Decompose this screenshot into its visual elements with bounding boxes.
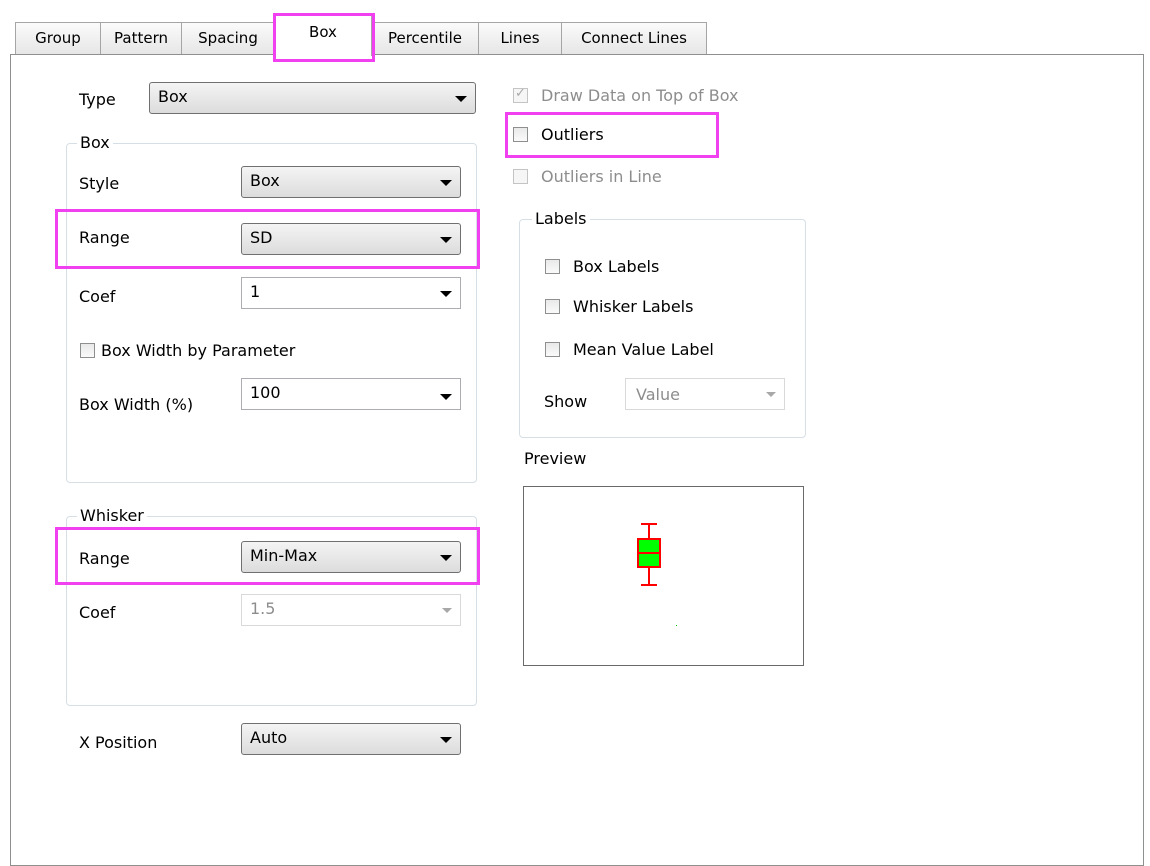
draw-data-on-top-label: Draw Data on Top of Box — [541, 86, 739, 105]
box-labels-label: Box Labels — [573, 257, 660, 276]
tab-lines[interactable]: Lines — [478, 22, 562, 54]
box-width-by-parameter-checkbox[interactable] — [80, 343, 95, 358]
box-style-combo[interactable]: Box — [241, 166, 461, 198]
tab-box[interactable]: Box — [274, 14, 372, 56]
whisker-range-value: Min-Max — [250, 546, 318, 565]
type-combo[interactable]: Box — [149, 82, 476, 114]
box-group-title: Box — [77, 133, 113, 153]
preview-panel — [523, 486, 804, 666]
whisker-coef-combo[interactable]: 1.5 — [241, 594, 461, 626]
preview-boxplot-graphic — [637, 523, 677, 626]
tab-group[interactable]: Group — [15, 22, 101, 54]
whisker-labels-checkbox[interactable] — [545, 299, 560, 314]
box-range-label: Range — [79, 228, 130, 247]
box-width-label: Box Width (%) — [79, 395, 194, 414]
show-value: Value — [636, 385, 680, 404]
chevron-down-icon — [440, 555, 452, 561]
show-label: Show — [544, 392, 588, 411]
tab-connect-lines[interactable]: Connect Lines — [561, 22, 707, 54]
mean-value-label-checkbox[interactable] — [545, 342, 560, 357]
box-range-value: SD — [250, 228, 273, 247]
type-label: Type — [79, 90, 116, 109]
box-coef-combo[interactable]: 1 — [241, 277, 461, 309]
box-width-value: 100 — [250, 383, 281, 402]
whisker-range-label: Range — [79, 549, 130, 568]
data-point — [676, 625, 677, 626]
tab-spacing[interactable]: Spacing — [181, 22, 275, 54]
box-coef-label: Coef — [79, 287, 116, 306]
type-value: Box — [158, 87, 188, 106]
x-position-value: Auto — [250, 728, 288, 747]
box-style-label: Style — [79, 174, 120, 193]
chevron-down-icon — [440, 291, 452, 297]
outliers-in-line-checkbox[interactable] — [513, 169, 528, 184]
whisker-coef-label: Coef — [79, 603, 116, 622]
chevron-down-icon — [766, 392, 776, 397]
x-position-label: X Position — [79, 733, 158, 752]
chevron-down-icon — [440, 394, 452, 400]
draw-data-on-top-checkbox[interactable]: ✓ — [513, 86, 528, 103]
box-style-value: Box — [250, 171, 280, 190]
whisker-labels-label: Whisker Labels — [573, 297, 694, 316]
whisker-coef-value: 1.5 — [250, 599, 276, 618]
mean-value-label-label: Mean Value Label — [573, 340, 714, 359]
chevron-down-icon — [440, 180, 452, 186]
outliers-label: Outliers — [541, 125, 604, 144]
tab-pattern[interactable]: Pattern — [100, 22, 182, 54]
chevron-down-icon — [455, 96, 467, 102]
whisker-range-combo[interactable]: Min-Max — [241, 541, 461, 573]
chevron-down-icon — [440, 737, 452, 743]
box-range-combo[interactable]: SD — [241, 223, 461, 255]
chevron-down-icon — [442, 608, 452, 613]
box-coef-value: 1 — [250, 282, 261, 301]
preview-title: Preview — [524, 449, 587, 468]
outliers-checkbox[interactable] — [513, 127, 528, 142]
box-width-combo[interactable]: 100 — [241, 378, 461, 410]
outliers-in-line-label: Outliers in Line — [541, 167, 662, 186]
x-position-combo[interactable]: Auto — [241, 723, 461, 755]
chevron-down-icon — [440, 237, 452, 243]
tab-percentile[interactable]: Percentile — [371, 22, 479, 54]
box-labels-checkbox[interactable] — [545, 259, 560, 274]
labels-group-title: Labels — [532, 209, 590, 229]
box-width-by-parameter-label: Box Width by Parameter — [101, 341, 296, 360]
whisker-group-title: Whisker — [77, 506, 147, 526]
show-combo[interactable]: Value — [625, 378, 785, 410]
checkmark-icon: ✓ — [515, 86, 526, 101]
